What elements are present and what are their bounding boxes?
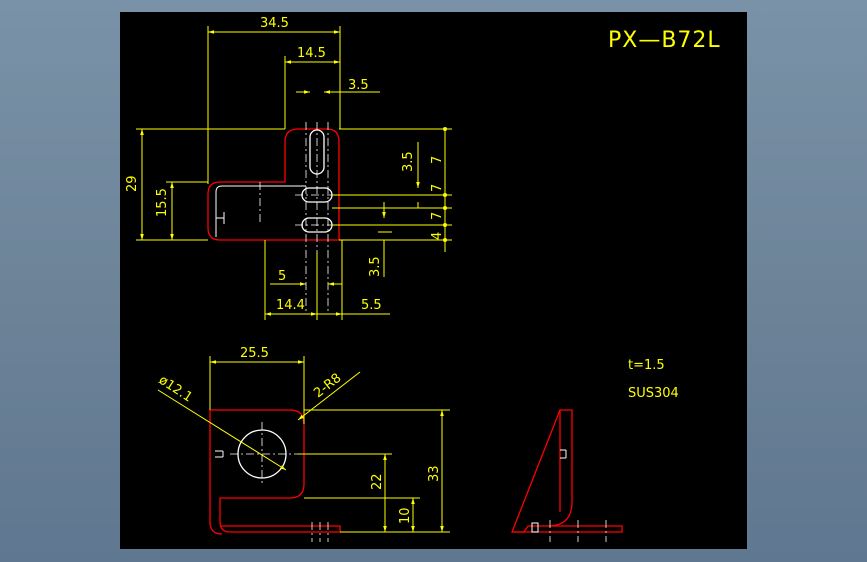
drawing-svg: 34.5 14.5 3.5 5 14.4 5.5 29 15.5 3.5 3.5… [125,16,721,542]
dim-34-5: 34.5 [260,16,289,31]
material-note: SUS304 [628,386,679,401]
dim-3-5-top: 3.5 [348,78,369,93]
dim-25-5: 25.5 [240,346,269,361]
dim-7-c: 7 [430,212,445,220]
slot-upper [309,129,325,175]
cad-viewer: 34.5 14.5 3.5 5 14.4 5.5 29 15.5 3.5 3.5… [0,0,867,562]
dim-4: 4 [430,232,445,240]
side-view-outline [511,409,573,533]
side-view-centerlines [549,520,607,542]
side-view [511,409,623,533]
front-view [209,409,341,535]
drawing-title: PX—B72L [608,28,721,53]
front-view-outline [219,409,341,533]
dim-14-4: 14.4 [276,298,305,313]
dim-5-5: 5.5 [361,298,382,313]
thickness-note: t=1.5 [628,358,665,373]
dim-29: 29 [125,175,140,192]
top-view-outline [207,128,340,241]
top-view-dimensions [136,26,452,320]
dim-22: 22 [370,473,385,490]
dim-33: 33 [427,465,442,482]
drawing-canvas[interactable]: 34.5 14.5 3.5 5 14.4 5.5 29 15.5 3.5 3.5… [120,12,747,549]
front-view-centerlines [230,422,329,542]
dim-10: 10 [398,507,413,524]
dim-7-b: 7 [430,184,445,192]
dim-15-5: 15.5 [155,188,170,217]
dim-7-a: 7 [430,156,445,164]
dim-3-5-right: 3.5 [401,151,416,172]
dim-5: 5 [278,269,286,284]
top-view [207,128,340,241]
dim-14-5: 14.5 [297,46,326,61]
top-view-fold [215,185,306,237]
dim-3-5-bottom: 3.5 [368,256,383,277]
